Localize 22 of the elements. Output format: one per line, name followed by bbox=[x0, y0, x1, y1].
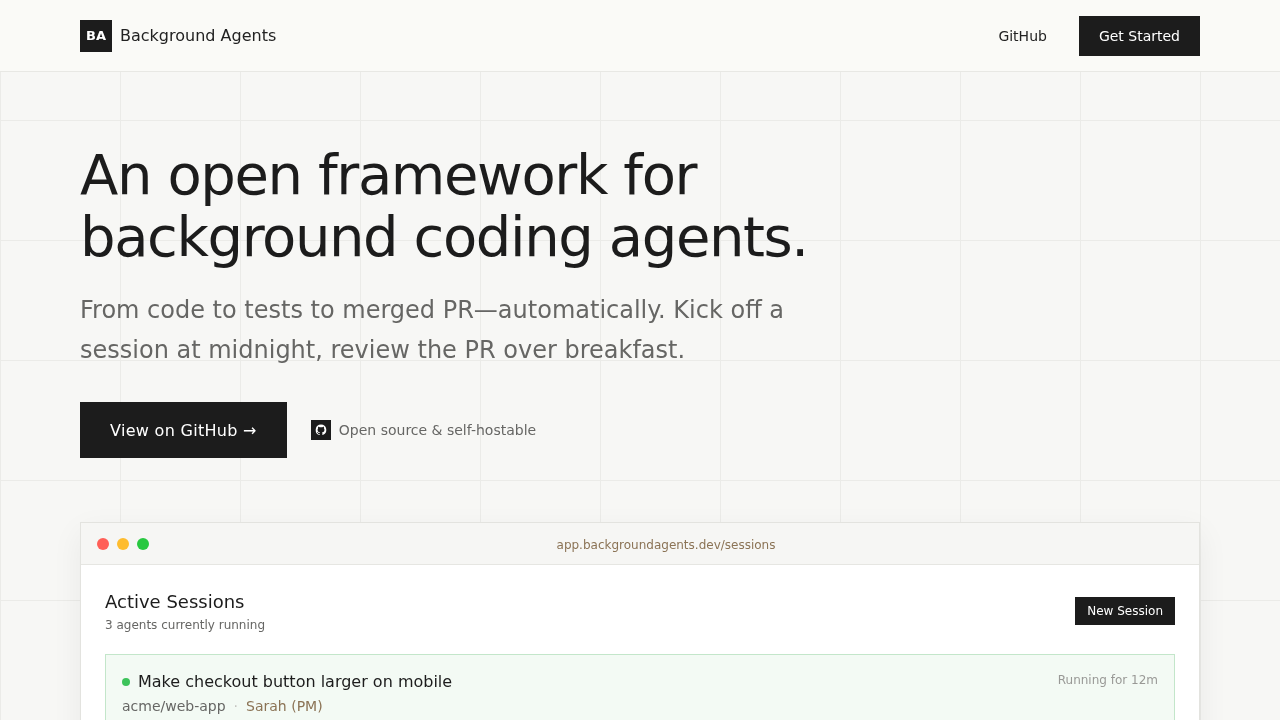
window-dot-icon[interactable] bbox=[117, 537, 129, 550]
hero-note: Open source & self-hostable bbox=[338, 422, 537, 438]
logo-icon bbox=[310, 420, 331, 440]
url-text: app.backgroundagents.dev/sessions bbox=[556, 538, 776, 552]
session-card[interactable]: Make checkout button larger on mobile Running for 12m acme/web-app · Sarah (PM) bbox=[105, 654, 1175, 720]
brand-name[interactable]: Background Agents bbox=[120, 26, 277, 45]
hero-subtitle: From code to tests to merged PR—automatically. Kick off a session at midnight, review the PR over breakfast. bbox=[80, 295, 785, 366]
session-repo: acme/web-app bbox=[122, 697, 226, 716]
nav-link[interactable]: GitHub bbox=[998, 27, 1047, 44]
window-dot-icon[interactable] bbox=[97, 537, 109, 550]
sessions-count: 3 agents currently running bbox=[105, 617, 266, 633]
view-on-github-button[interactable]: View on GitHub → bbox=[80, 402, 287, 458]
session-duration: Running for 12m bbox=[1057, 672, 1158, 689]
separator-text: · bbox=[233, 697, 239, 716]
new-session-button[interactable]: New Session bbox=[1075, 597, 1175, 625]
get-started-button[interactable]: Get Started bbox=[1078, 15, 1200, 56]
session-title: Make checkout button larger on mobile bbox=[138, 671, 453, 693]
sessions-title: Active Sessions bbox=[105, 590, 246, 614]
brand-logo[interactable]: BA bbox=[80, 19, 112, 52]
session-requester: Sarah (PM) bbox=[246, 697, 323, 716]
hero-title: An open framework for background coding agents. bbox=[80, 144, 809, 268]
window-dot-icon[interactable] bbox=[137, 537, 149, 550]
